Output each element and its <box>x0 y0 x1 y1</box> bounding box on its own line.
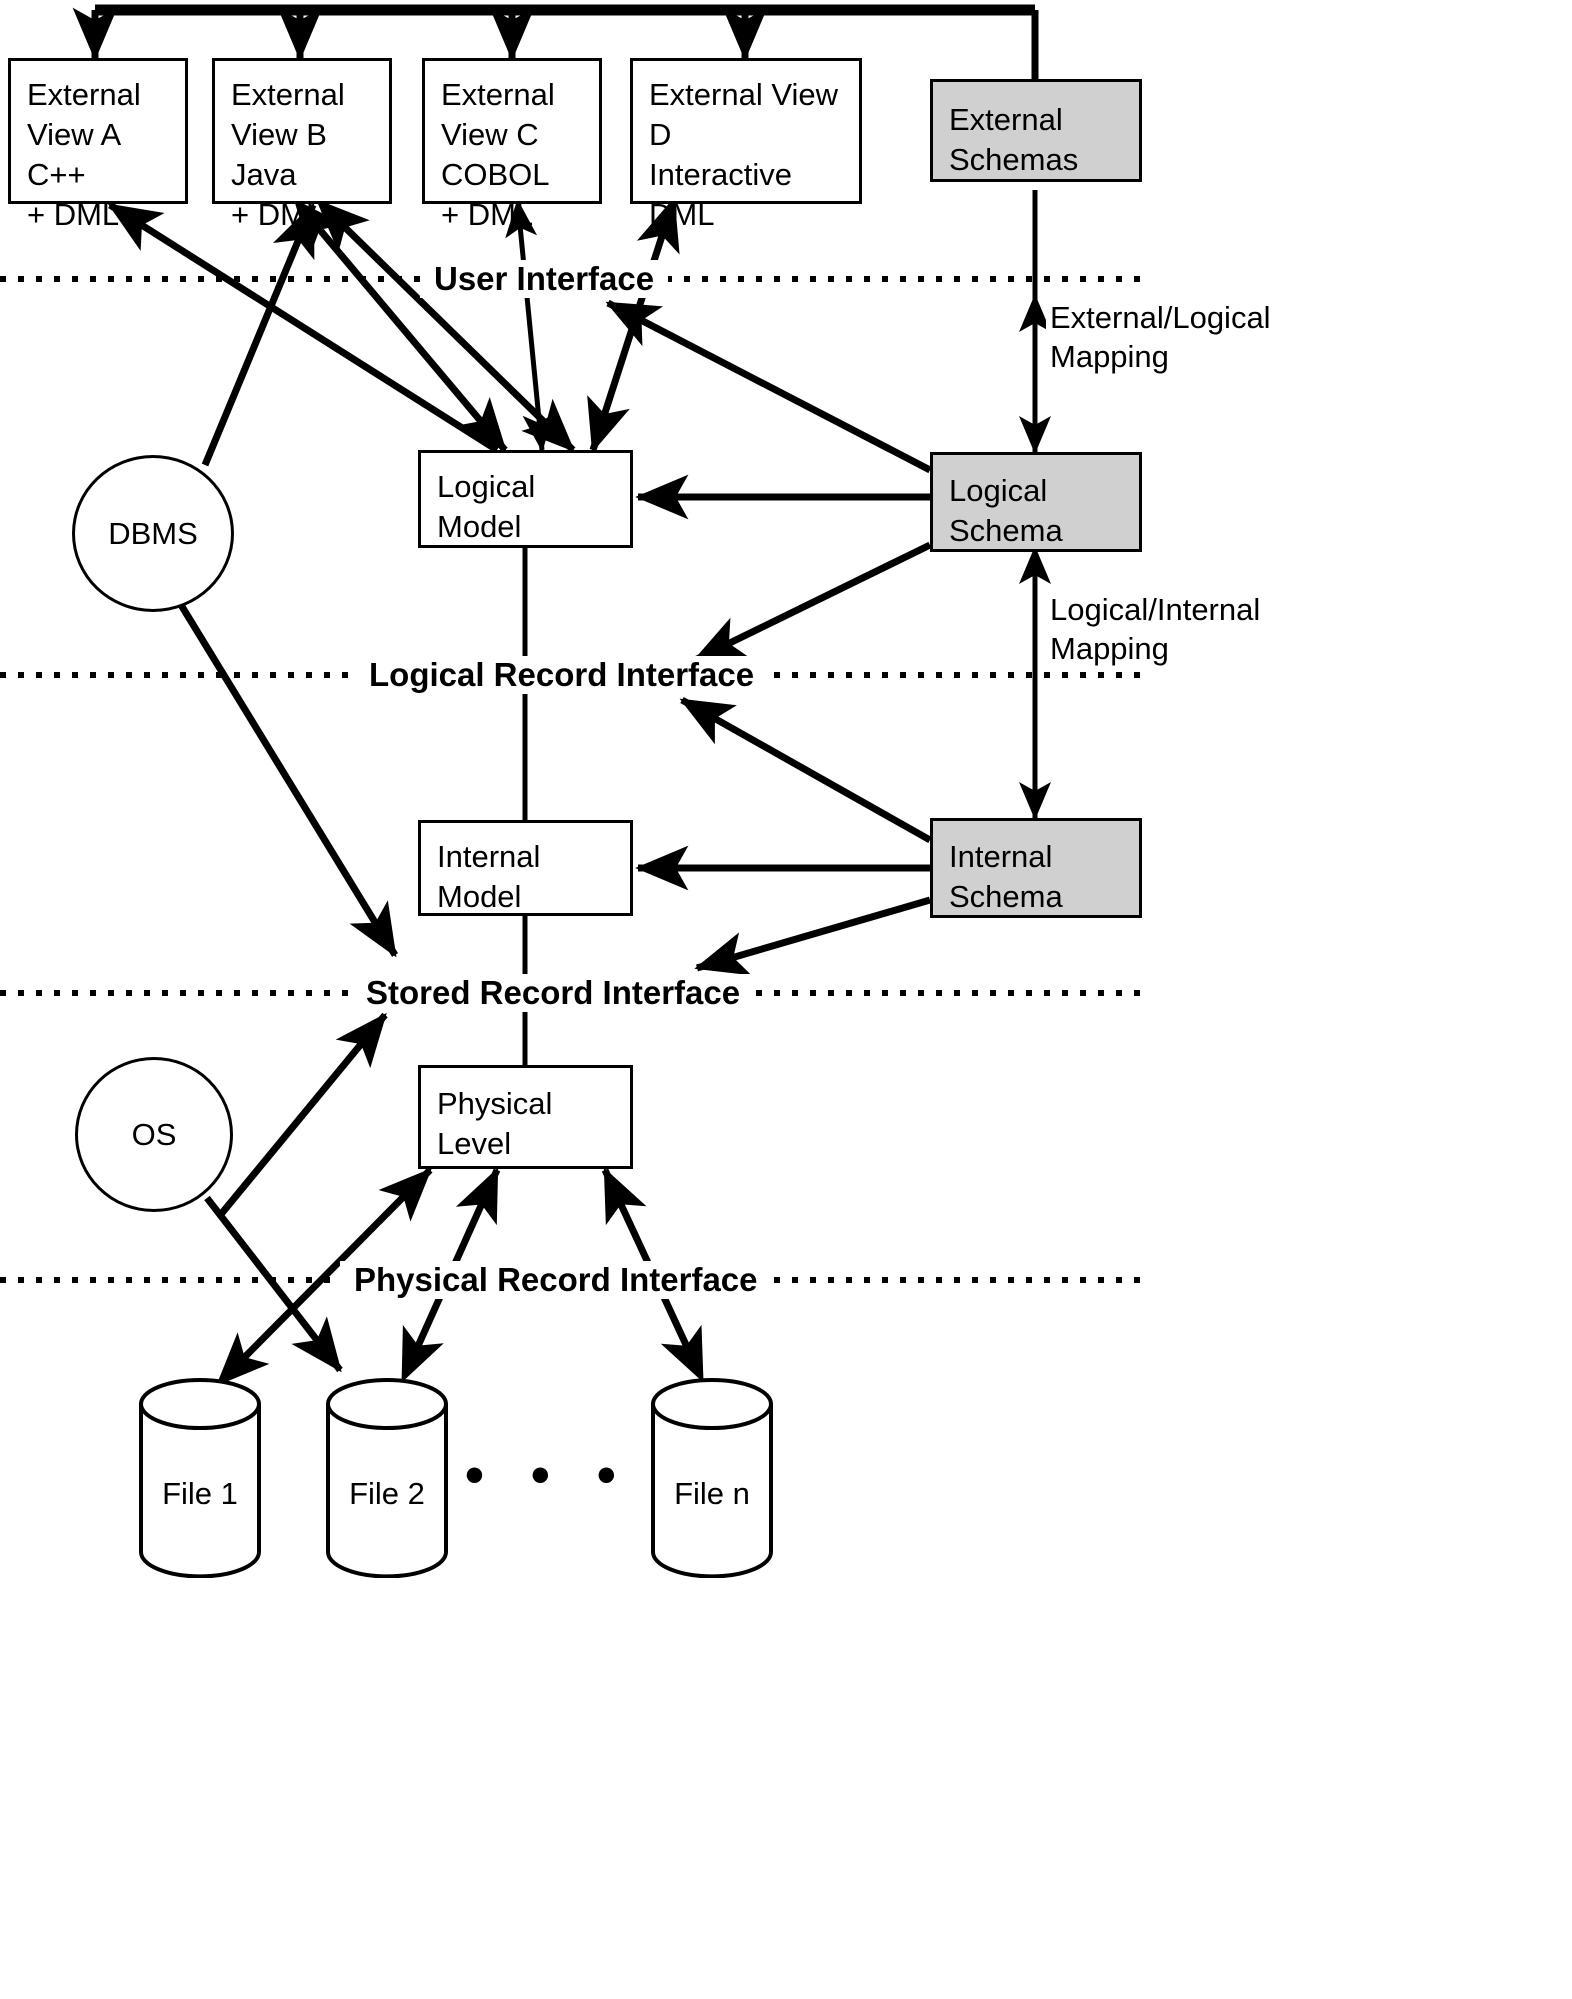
logical-model-box[interactable]: Logical Model <box>418 450 633 548</box>
files-ellipsis: • • • <box>465 1445 632 1505</box>
external-view-b-label: External View B Java + DML <box>231 77 345 232</box>
file-2-label: File 2 <box>349 1476 425 1511</box>
external-view-b-box[interactable]: External View B Java + DML <box>212 58 392 232</box>
logical-schema-label: Logical Schema <box>949 473 1063 548</box>
dbms-to-stored-record-interface <box>175 598 398 958</box>
internal-schema-to-logical-record-interface <box>679 696 932 844</box>
dbms-to-view-b <box>201 202 317 467</box>
external-view-c-box[interactable]: External View C COBOL + DML <box>422 58 602 232</box>
stored-record-interface-label: Stored Record Interface <box>352 974 755 1012</box>
internal-model-box[interactable]: Internal Model <box>418 820 633 916</box>
external-view-d-label: External View D Interactive DML <box>649 77 838 232</box>
external-schemas-label: External Schemas <box>949 102 1079 177</box>
logical-internal-mapping-label: Logical/Internal Mapping <box>1046 590 1265 668</box>
external-view-c-label: External View C COBOL + DML <box>441 77 555 232</box>
dbms-label: DBMS <box>108 515 198 551</box>
file-n-label: File n <box>674 1476 750 1511</box>
logical-schema-to-logical-record-interface <box>692 541 932 664</box>
physical-level-label: Physical Level <box>437 1086 553 1161</box>
internal-schema-to-stored-record-interface <box>694 896 931 976</box>
dbms-node[interactable]: DBMS <box>72 455 234 612</box>
file-2-cylinder[interactable]: File 2 <box>325 1378 449 1579</box>
user-interface-label: User Interface <box>420 260 669 298</box>
external-logical-mapping-label: External/Logical Mapping <box>1046 298 1275 376</box>
view-b-second-link <box>315 199 576 453</box>
os-node[interactable]: OS <box>75 1057 233 1212</box>
os-label: OS <box>131 1116 177 1152</box>
file-1-label: File 1 <box>162 1476 238 1511</box>
external-schemas-box[interactable]: External Schemas <box>930 79 1142 182</box>
file-n-cylinder[interactable]: File n <box>650 1378 774 1579</box>
internal-model-label: Internal Model <box>437 839 541 914</box>
physical-level-box[interactable]: Physical Level <box>418 1065 633 1169</box>
external-view-d-box[interactable]: External View D Interactive DML <box>630 58 862 232</box>
view-c-logical-model-link <box>505 199 555 452</box>
logical-record-interface-label: Logical Record Interface <box>355 656 769 694</box>
logical-model-to-view-b-link <box>293 198 508 453</box>
logical-model-label: Logical Model <box>437 469 536 544</box>
external-view-a-label: External View A C++ + DML <box>27 77 141 232</box>
os-to-stored-record-interface <box>219 1012 388 1216</box>
physical-record-interface-label: Physical Record Interface <box>340 1261 772 1299</box>
view-a-logical-model-link <box>107 202 499 453</box>
connector-layer <box>0 4 1150 1386</box>
external-view-a-box[interactable]: External View A C++ + DML <box>8 58 188 232</box>
architecture-diagram: External View A C++ + DML External View … <box>0 0 1572 1999</box>
internal-schema-label: Internal Schema <box>949 839 1063 914</box>
logical-schema-box[interactable]: Logical Schema <box>930 452 1142 552</box>
internal-schema-box[interactable]: Internal Schema <box>930 818 1142 918</box>
file-1-cylinder[interactable]: File 1 <box>138 1378 262 1579</box>
logical-schema-to-user-interface <box>605 299 932 474</box>
